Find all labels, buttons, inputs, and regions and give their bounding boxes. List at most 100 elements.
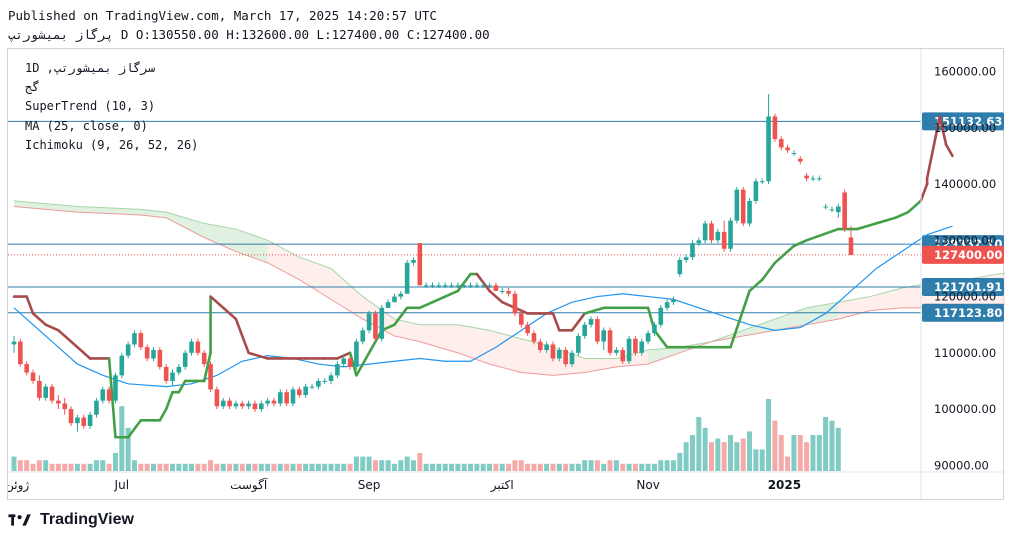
candle-body	[842, 192, 847, 230]
volume-bar	[271, 463, 277, 471]
supertrend-segment	[221, 306, 238, 321]
volume-bar	[778, 435, 784, 471]
volume-bar	[417, 453, 423, 471]
supertrend-segment	[418, 300, 434, 310]
candle-body	[436, 285, 442, 287]
candle-body	[468, 285, 473, 287]
volume-bar	[563, 463, 569, 471]
volume-bar	[601, 463, 607, 471]
volume-bar	[569, 463, 575, 471]
volume-bar	[74, 463, 80, 471]
legend-unit: گج	[25, 80, 40, 94]
supertrend-segment	[773, 244, 796, 265]
candle-body	[487, 285, 492, 287]
cloud-span-a	[13, 200, 1005, 359]
volume-bar	[772, 420, 778, 471]
candle-body	[360, 330, 366, 342]
volume-bar	[575, 463, 581, 471]
candle-body	[170, 372, 175, 381]
candle-body	[49, 386, 55, 401]
candle-body	[430, 285, 435, 287]
candle-body	[690, 243, 695, 258]
volume-bar	[157, 463, 163, 471]
volume-bar	[195, 463, 201, 471]
volume-bar	[138, 463, 144, 471]
volume-bar	[106, 463, 112, 471]
candle-body	[506, 290, 511, 294]
candle-body	[848, 237, 854, 255]
volume-bar	[379, 460, 385, 471]
candle-body	[30, 372, 36, 381]
candle-body	[335, 364, 340, 376]
candle-body	[747, 200, 752, 224]
candle-body	[633, 338, 638, 353]
supertrend-line	[12, 115, 954, 439]
tv-logo-icon	[8, 514, 31, 526]
supertrend-segment	[164, 390, 174, 411]
candle-body	[664, 302, 670, 308]
candle-body	[658, 307, 664, 325]
candle-body	[398, 293, 404, 297]
chart-panel[interactable]: 151132.63 129332.10 127400.00 121701.91 1171…	[7, 48, 1005, 501]
volume-bar	[632, 463, 638, 471]
y-tick-label: 140000.00	[934, 177, 996, 191]
volume-bar	[341, 463, 347, 471]
volume-bar	[747, 431, 753, 471]
volume-bar	[550, 463, 556, 471]
candle-body	[823, 206, 828, 208]
legend-supertrend[interactable]: SuperTrend (10, 3)	[25, 99, 155, 113]
volume-bar	[499, 463, 505, 471]
volume-bar	[315, 463, 321, 471]
candle-body	[347, 358, 353, 367]
candle-body	[11, 341, 17, 345]
candle-body	[182, 352, 188, 367]
candle-body	[734, 189, 740, 221]
volume-bar	[17, 460, 23, 471]
supertrend-segment	[158, 407, 168, 422]
volume-bar	[461, 463, 467, 471]
volume-bar	[835, 427, 841, 471]
volume-bar	[24, 460, 30, 471]
price-tag-label: 117123.80	[934, 306, 1002, 320]
volume-bar	[677, 453, 683, 471]
volume-bar	[258, 463, 264, 471]
price-chart[interactable]: 151132.63129332.10127400.00121701.911171…	[8, 49, 1005, 501]
candle-body	[531, 333, 537, 342]
volume-bar	[480, 463, 486, 471]
volume-bar	[626, 463, 632, 471]
volume-bar	[404, 456, 410, 471]
candle-body	[607, 330, 613, 353]
volume-bar	[829, 420, 835, 471]
volume-bar	[81, 463, 87, 471]
candle-body	[214, 389, 220, 407]
x-tick-label: Sep	[358, 478, 381, 492]
volume-bar	[30, 463, 36, 471]
supertrend-segment	[431, 295, 447, 304]
legend-ma[interactable]: MA (25, close, 0)	[25, 119, 148, 133]
x-tick-label: آگوست	[230, 477, 268, 493]
supertrend-segment	[177, 379, 187, 394]
volume-bar	[176, 463, 182, 471]
candle-body	[132, 333, 137, 345]
volume-bar	[658, 460, 664, 471]
legend-ichimoku[interactable]: Ichimoku (9, 26, 52, 26)	[25, 138, 198, 152]
volume-bar	[455, 463, 461, 471]
volume-bar	[208, 460, 214, 471]
tradingview-logo: TradingView	[8, 511, 134, 529]
volume-bar	[246, 463, 252, 471]
volume-bar	[430, 463, 435, 471]
supertrend-segment	[906, 199, 923, 214]
volume-bar	[715, 438, 721, 471]
supertrend-segment	[919, 182, 929, 203]
candle-body	[423, 285, 429, 287]
volume-bar	[131, 460, 137, 471]
volume-bar	[410, 460, 416, 471]
supertrend-segment	[209, 295, 225, 310]
supertrend-segment	[748, 278, 764, 293]
candle-body	[759, 181, 765, 183]
candle-body	[525, 324, 530, 334]
supertrend-segment	[25, 295, 35, 315]
x-tick-label: Nov	[636, 478, 659, 492]
candle-body	[189, 341, 194, 353]
volume-bar	[544, 463, 550, 471]
